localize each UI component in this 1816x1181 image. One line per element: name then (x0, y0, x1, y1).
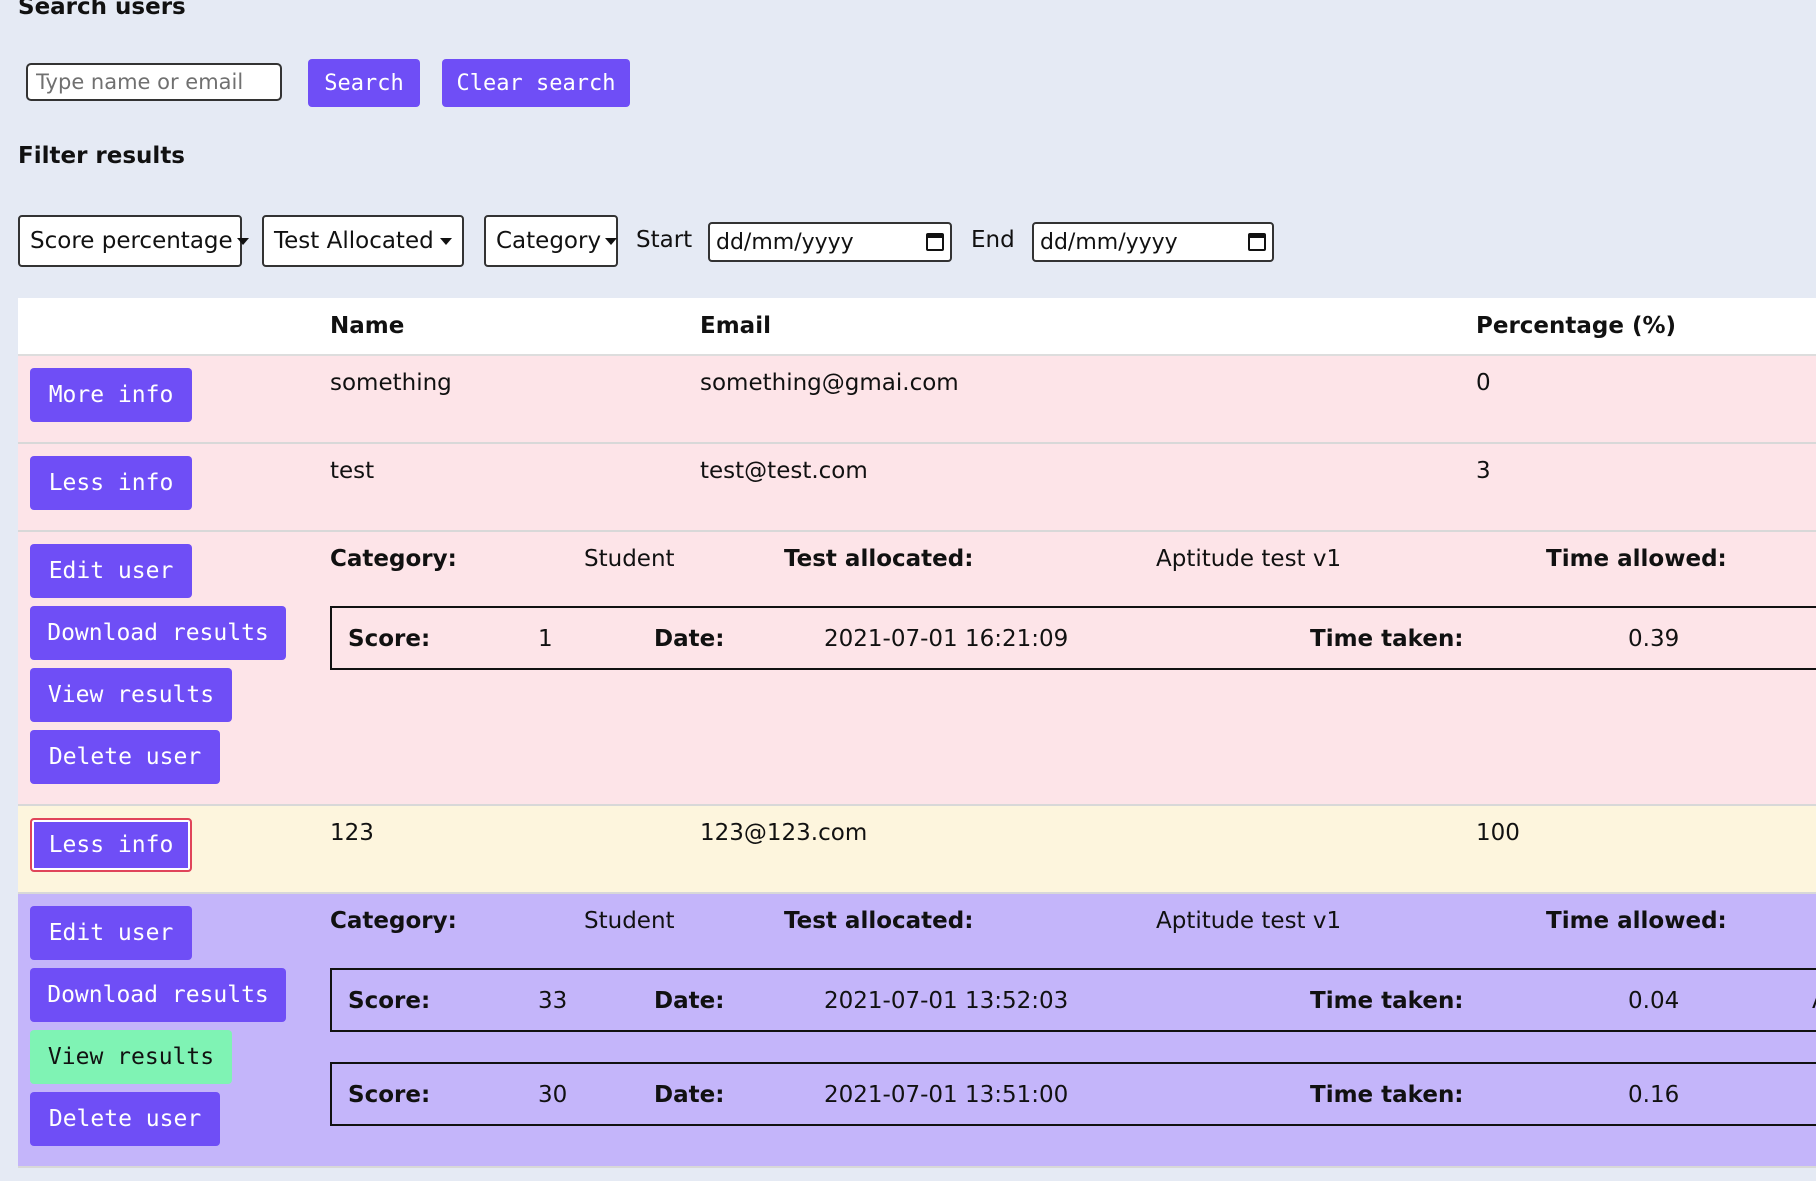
start-date-value: dd/mm/yyyy (716, 229, 854, 255)
user-percentage: 100 (1476, 820, 1520, 846)
score-label: Score: (348, 988, 431, 1014)
score-value: 33 (538, 988, 568, 1014)
user-name: test (330, 458, 375, 484)
time-taken-label: Time taken: (1310, 988, 1464, 1014)
score-label: Score: (348, 1082, 431, 1108)
date-label: Date: (654, 626, 725, 652)
calendar-icon[interactable] (1248, 233, 1266, 251)
user-name: 123 (330, 820, 374, 846)
column-header-name: Name (330, 313, 405, 339)
category-label: Category: (330, 908, 457, 934)
category-value: Student (584, 908, 675, 934)
download-results-button[interactable]: Download results (30, 968, 286, 1022)
time-taken-label: Time taken: (1310, 626, 1464, 652)
end-date-input[interactable]: dd/mm/yyyy (1032, 222, 1274, 262)
search-users-heading: Search users (18, 0, 186, 20)
date-value: 2021-07-01 13:51:00 (824, 1082, 1069, 1108)
result-attempt: Score: 33 Date: 2021-07-01 13:52:03 Time… (330, 968, 1816, 1032)
score-value: 30 (538, 1082, 568, 1108)
chevron-down-icon (605, 237, 618, 245)
users-table: Name Email Percentage (%) More info some… (18, 298, 1816, 1181)
test-allocated-value: Aptitude test v1 (1156, 908, 1342, 934)
date-value: 2021-07-01 16:21:09 (824, 626, 1069, 652)
user-email: 123@123.com (700, 820, 868, 846)
score-value: 1 (538, 626, 553, 652)
clear-search-button[interactable]: Clear search (442, 59, 630, 107)
score-percentage-select[interactable]: Score percentage (18, 215, 249, 267)
search-button[interactable]: Search (308, 59, 420, 107)
user-percentage: 0 (1476, 370, 1491, 396)
user-email: test@test.com (700, 458, 868, 484)
time-taken-value: 0.39 (1628, 626, 1680, 652)
search-input[interactable] (26, 63, 282, 101)
table-row: Less info test test@test.com 3 (18, 444, 1816, 532)
time-taken-label: Time taken: (1310, 1082, 1464, 1108)
category-value: Student (584, 546, 675, 572)
time-taken-value: 0.16 (1628, 1082, 1680, 1108)
view-results-button[interactable]: View results (30, 668, 232, 722)
end-date-value: dd/mm/yyyy (1040, 229, 1178, 255)
download-results-button[interactable]: Download results (30, 606, 286, 660)
table-header: Name Email Percentage (%) (18, 298, 1816, 356)
attempt-extra-value: A (1812, 988, 1816, 1014)
date-value: 2021-07-01 13:52:03 (824, 988, 1069, 1014)
result-attempt: Score: 30 Date: 2021-07-01 13:51:00 Time… (330, 1062, 1816, 1126)
column-header-percentage: Percentage (%) (1476, 313, 1677, 339)
test-allocated-value: Aptitude test v1 (1156, 546, 1342, 572)
less-info-button[interactable]: Less info (30, 818, 192, 872)
time-allowed-label: Time allowed: (1546, 546, 1727, 572)
score-percentage-select-label: Score percentage (30, 228, 233, 254)
result-attempt: Score: 1 Date: 2021-07-01 16:21:09 Time … (330, 606, 1816, 670)
delete-user-button[interactable]: Delete user (30, 1092, 220, 1146)
score-label: Score: (348, 626, 431, 652)
time-taken-value: 0.04 (1628, 988, 1680, 1014)
edit-user-button[interactable]: Edit user (30, 544, 192, 598)
edit-user-button[interactable]: Edit user (30, 906, 192, 960)
column-header-email: Email (700, 313, 771, 339)
category-label: Category: (330, 546, 457, 572)
delete-user-button[interactable]: Delete user (30, 730, 220, 784)
more-info-button[interactable]: More info (30, 368, 192, 422)
start-date-input[interactable]: dd/mm/yyyy (708, 222, 952, 262)
date-label: Date: (654, 1082, 725, 1108)
start-date-label: Start (636, 227, 693, 253)
admin-users-page: Search users Search Clear search Filter … (0, 0, 1816, 1181)
end-date-label: End (971, 227, 1015, 253)
user-details-row: Edit user Download results View results … (18, 532, 1816, 806)
category-select-label: Category (496, 228, 602, 254)
test-allocated-label: Test allocated: (784, 546, 974, 572)
user-email: something@gmai.com (700, 370, 959, 396)
test-allocated-select[interactable]: Test Allocated (262, 215, 464, 267)
test-allocated-label: Test allocated: (784, 908, 974, 934)
less-info-button[interactable]: Less info (30, 456, 192, 510)
calendar-icon[interactable] (926, 233, 944, 251)
user-name: something (330, 370, 452, 396)
date-label: Date: (654, 988, 725, 1014)
filter-results-heading: Filter results (18, 143, 185, 169)
chevron-down-icon (440, 237, 452, 245)
chevron-down-icon (236, 237, 249, 245)
test-allocated-select-label: Test Allocated (274, 228, 434, 254)
time-allowed-label: Time allowed: (1546, 908, 1727, 934)
table-row: More info something something@gmai.com 0 (18, 356, 1816, 444)
table-row: Less info 123 123@123.com 100 (18, 806, 1816, 894)
view-results-button[interactable]: View results (30, 1030, 232, 1084)
category-select[interactable]: Category (484, 215, 618, 267)
user-percentage: 3 (1476, 458, 1491, 484)
user-details-row: Edit user Download results View results … (18, 894, 1816, 1168)
